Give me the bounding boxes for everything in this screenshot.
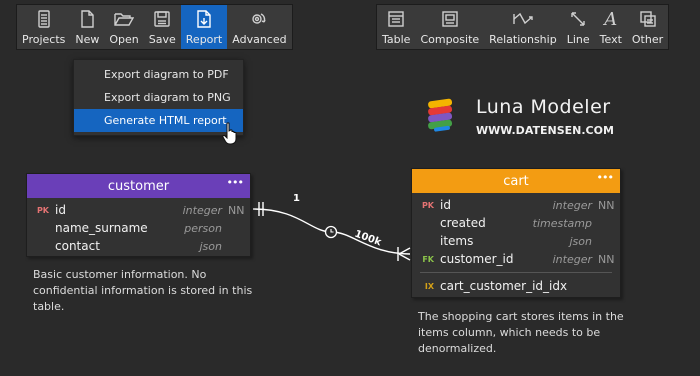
column-name: contact [55, 239, 100, 253]
column-type: json [569, 234, 593, 248]
other-icon [639, 7, 657, 31]
projects-icon [36, 7, 52, 31]
column-row[interactable]: items json [412, 232, 620, 250]
index-row[interactable]: IX cart_customer_id_idx [412, 277, 620, 295]
hand-pointer-cursor-icon [222, 122, 237, 145]
composite-label: Composite [420, 33, 480, 46]
luna-modeler-logo-icon [428, 98, 453, 132]
report-label: Report [185, 33, 223, 46]
report-button[interactable]: Report [180, 5, 228, 49]
foreign-key-badge: FK [422, 254, 434, 264]
table-button[interactable]: Table [377, 5, 415, 49]
save-label: Save [148, 33, 176, 46]
relationship-one-label: 1 [293, 193, 300, 204]
table-icon [387, 7, 405, 31]
table-label: Table [382, 33, 411, 46]
column-type: json [199, 239, 223, 253]
relationship-label: Relationship [489, 33, 557, 46]
entity-menu-icon[interactable]: ••• [227, 176, 244, 189]
column-type: integer [552, 198, 592, 212]
new-document-icon [79, 7, 95, 31]
column-name: customer_id [440, 252, 514, 266]
column-type: timestamp [532, 216, 592, 230]
save-button[interactable]: Save [144, 5, 181, 49]
column-not-null: NN [598, 252, 615, 266]
save-icon [154, 7, 170, 31]
composite-button[interactable]: Composite [415, 5, 484, 49]
line-button[interactable]: Line [562, 5, 595, 49]
column-row[interactable]: name_surname person [27, 219, 250, 237]
column-type: integer [552, 252, 592, 266]
open-label: Open [109, 33, 139, 46]
column-name: id [55, 203, 66, 217]
menu-item-export-png[interactable]: Export diagram to PNG [74, 86, 243, 109]
entity-header[interactable]: cart ••• [412, 169, 620, 193]
column-row[interactable]: contact json [27, 237, 250, 255]
column-row[interactable]: PK id integer NN [27, 201, 250, 219]
projects-button[interactable]: Projects [17, 5, 70, 49]
text-button[interactable]: A Text [595, 5, 627, 49]
column-not-null: NN [228, 203, 245, 217]
insert-toolbar: Table Composite Relationship Line A Text… [376, 4, 670, 50]
entity-header[interactable]: customer ••• [27, 174, 250, 198]
relationship-button[interactable]: Relationship [484, 5, 562, 49]
customer-entity[interactable]: customer ••• PK id integer NN name_surna… [26, 173, 251, 257]
projects-label: Projects [22, 33, 66, 46]
line-icon [569, 7, 587, 31]
new-label: New [75, 33, 100, 46]
text-label: Text [599, 33, 622, 46]
cart-entity[interactable]: cart ••• PK id integer NN created timest… [411, 168, 621, 298]
column-row[interactable]: PK id integer NN [412, 196, 620, 214]
other-button[interactable]: Other [627, 5, 668, 49]
advanced-icon [250, 7, 268, 31]
column-row[interactable]: created timestamp [412, 214, 620, 232]
composite-icon [441, 7, 459, 31]
folder-open-icon [114, 7, 135, 31]
menu-item-export-pdf[interactable]: Export diagram to PDF [74, 63, 243, 86]
new-button[interactable]: New [70, 5, 104, 49]
other-label: Other [631, 33, 664, 46]
advanced-label: Advanced [232, 33, 287, 46]
primary-key-badge: PK [421, 200, 434, 210]
column-row[interactable]: FK customer_id integer NN [412, 250, 620, 268]
cart-note[interactable]: The shopping cart stores items in the it… [418, 309, 638, 357]
relationship-icon [512, 7, 534, 31]
entity-menu-icon[interactable]: ••• [597, 171, 614, 184]
column-name: items [440, 234, 474, 248]
column-type: person [184, 221, 222, 235]
index-divider [420, 272, 612, 273]
brand-title: Luna Modeler [476, 96, 611, 118]
advanced-button[interactable]: Advanced [227, 5, 291, 49]
line-label: Line [566, 33, 590, 46]
index-badge: IX [424, 281, 434, 291]
column-not-null: NN [598, 198, 615, 212]
report-icon [195, 7, 213, 31]
entity-name: cart [503, 173, 529, 189]
brand-block: Luna Modeler WWW.DATENSEN.COM [424, 96, 614, 137]
index-name: cart_customer_id_idx [440, 279, 568, 293]
entity-name: customer [107, 178, 170, 194]
text-icon: A [604, 8, 618, 30]
menu-item-generate-html-report[interactable]: Generate HTML report [74, 109, 243, 132]
report-dropdown-menu: Export diagram to PDF Export diagram to … [73, 59, 244, 136]
column-type: integer [182, 203, 222, 217]
brand-url: WWW.DATENSEN.COM [476, 124, 614, 137]
primary-key-badge: PK [36, 205, 49, 215]
column-name: name_surname [55, 221, 148, 235]
relationship-many-label: 100k [352, 228, 383, 249]
customer-note[interactable]: Basic customer information. No confident… [33, 267, 253, 315]
main-toolbar: Projects New Open Save Report Advanced [16, 4, 293, 50]
column-name: created [440, 216, 486, 230]
column-name: id [440, 198, 451, 212]
open-button[interactable]: Open [104, 5, 143, 49]
